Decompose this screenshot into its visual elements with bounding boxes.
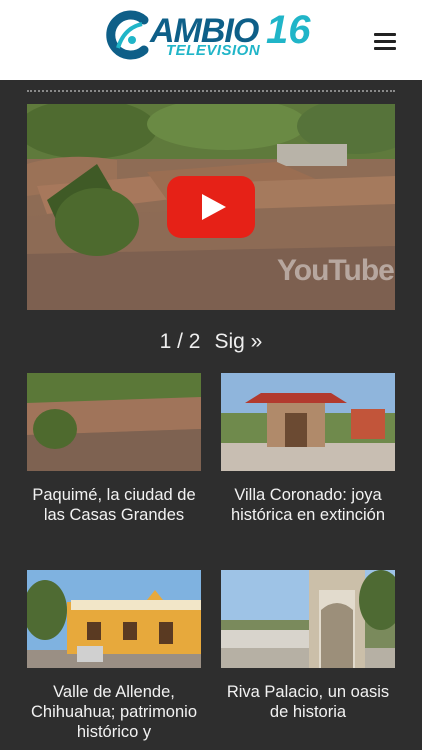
logo-subtitle: TELEVISION [166,42,261,59]
video-player[interactable]: YouTube [27,104,395,310]
article-card-riva-palacio[interactable]: Riva Palacio, un oasis de historia [221,570,395,722]
article-thumbnail[interactable] [27,570,201,668]
building-image [27,570,201,668]
page-indicator: 1 / 2 [159,330,201,353]
article-thumbnail[interactable] [27,373,201,471]
hamburger-menu-icon[interactable] [368,30,402,56]
article-thumbnail[interactable] [221,570,395,668]
article-card-villa-coronado[interactable]: Villa Coronado: joya histórica en extinc… [221,373,395,525]
kiosk-image [221,373,395,471]
next-page-link[interactable]: Sig » [215,330,263,353]
monument-image [221,570,395,668]
dotted-divider [27,90,395,92]
youtube-play-icon[interactable] [167,176,255,238]
youtube-watermark: YouTube [277,254,395,287]
article-card-valle-de-allende[interactable]: Valle de Allende, Chihuahua; patrimonio … [27,570,201,742]
article-title[interactable]: Villa Coronado: joya histórica en extinc… [221,485,395,525]
logo-number: 16 [266,8,311,52]
article-title[interactable]: Valle de Allende, Chihuahua; patrimonio … [27,682,201,742]
pagination: 1 / 2 Sig » [0,330,422,354]
article-thumbnail[interactable] [221,373,395,471]
ruins-image [27,373,201,471]
cambio16-logo[interactable]: AMBIO 16 TELEVISION [104,10,324,62]
app-header: AMBIO 16 TELEVISION [0,0,422,80]
logo-c-mark [106,10,149,60]
article-card-paquime[interactable]: Paquimé, la ciudad de las Casas Grandes [27,373,201,525]
article-title[interactable]: Riva Palacio, un oasis de historia [221,682,395,722]
article-title[interactable]: Paquimé, la ciudad de las Casas Grandes [27,485,201,525]
